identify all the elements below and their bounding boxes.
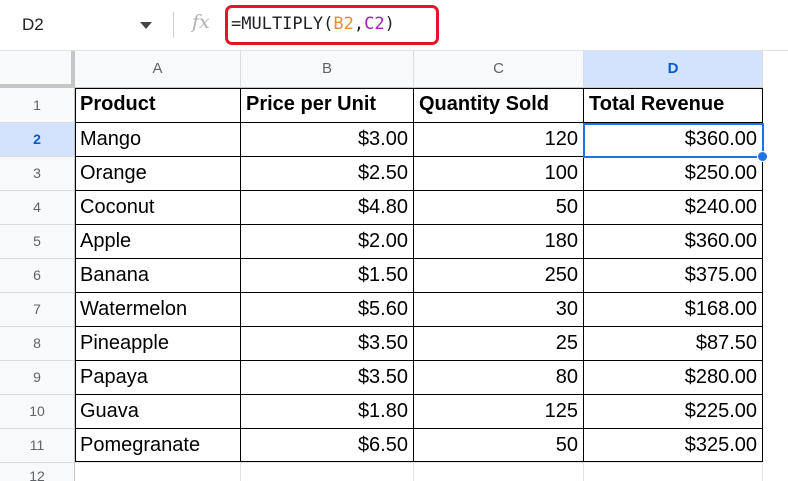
table-cell-quantity[interactable]: 50 (414, 191, 584, 225)
table-border-line (75, 224, 763, 225)
row-header-6[interactable]: 6 (0, 259, 75, 293)
table-cell-quantity[interactable]: 250 (414, 259, 584, 293)
table-cell-revenue[interactable]: $240.00 (584, 191, 763, 225)
row-header-9[interactable]: 9 (0, 361, 75, 395)
table-cell-price[interactable]: $3.50 (241, 327, 414, 361)
table-cell-quantity[interactable]: 180 (414, 225, 584, 259)
row-header-5[interactable]: 5 (0, 225, 75, 259)
formula-separator: , (353, 14, 365, 34)
table-cell-quantity[interactable]: 30 (414, 293, 584, 327)
empty-cell[interactable] (584, 463, 763, 481)
table-border-line (75, 258, 763, 259)
table-cell-revenue[interactable]: $168.00 (584, 293, 763, 327)
row-header-7[interactable]: 7 (0, 293, 75, 327)
table-cell-price[interactable]: $3.00 (241, 123, 414, 157)
table-cell-revenue[interactable]: $325.00 (584, 429, 763, 463)
table-cell-revenue[interactable]: $225.00 (584, 395, 763, 429)
table-border-line (75, 360, 763, 361)
table-cell-revenue[interactable]: $360.00 (584, 225, 763, 259)
row-header-3[interactable]: 3 (0, 157, 75, 191)
select-all-corner[interactable] (0, 51, 75, 88)
table-cell-price[interactable]: $2.00 (241, 225, 414, 259)
table-cell-quantity[interactable]: 125 (414, 395, 584, 429)
header-cell-product[interactable]: Product (75, 88, 241, 123)
column-header-a[interactable]: A (75, 51, 241, 88)
spreadsheet-window: D2 fx =MULTIPLY(B2,C2) A B C D 1 2 3 4 5… (0, 0, 788, 481)
table-cell-revenue[interactable]: $280.00 (584, 361, 763, 395)
table-border-line (75, 394, 763, 395)
table-cell-product[interactable]: Banana (75, 259, 241, 293)
table-cell-price[interactable]: $1.80 (241, 395, 414, 429)
table-border-line (75, 428, 763, 429)
row-header-1[interactable]: 1 (0, 88, 75, 123)
table-cell-price[interactable]: $1.50 (241, 259, 414, 293)
row-header-8[interactable]: 8 (0, 327, 75, 361)
table-cell-product[interactable]: Orange (75, 157, 241, 191)
table-cell-product[interactable]: Apple (75, 225, 241, 259)
chevron-down-icon[interactable] (140, 22, 152, 29)
table-cell-price[interactable]: $4.80 (241, 191, 414, 225)
table-cell-revenue[interactable]: $250.00 (584, 157, 763, 191)
name-box[interactable]: D2 (22, 15, 44, 35)
table-border-line (75, 292, 763, 293)
table-border-line (240, 88, 241, 462)
table-cell-quantity[interactable]: 80 (414, 361, 584, 395)
empty-cell[interactable] (75, 463, 241, 481)
table-cell-product[interactable]: Guava (75, 395, 241, 429)
row-header-10[interactable]: 10 (0, 395, 75, 429)
empty-cell[interactable] (414, 463, 584, 481)
row-header-4[interactable]: 4 (0, 191, 75, 225)
formula-close: ) (384, 14, 395, 34)
column-header-c[interactable]: C (414, 51, 584, 88)
header-cell-price[interactable]: Price per Unit (241, 88, 414, 123)
row-header-12[interactable]: 12 (0, 463, 75, 481)
formula-input[interactable]: =MULTIPLY(B2,C2) (231, 14, 395, 34)
table-border-line (413, 88, 414, 462)
table-cell-quantity[interactable]: 120 (414, 123, 584, 157)
header-cell-revenue[interactable]: Total Revenue (584, 88, 763, 123)
table-cell-product[interactable]: Papaya (75, 361, 241, 395)
table-cell-price[interactable]: $6.50 (241, 429, 414, 463)
table-cell-product[interactable]: Pomegranate (75, 429, 241, 463)
table-cell-product[interactable]: Pineapple (75, 327, 241, 361)
header-cell-quantity[interactable]: Quantity Sold (414, 88, 584, 123)
formula-bar-divider (173, 12, 174, 38)
row-header-11[interactable]: 11 (0, 429, 75, 463)
table-cell-quantity[interactable]: 100 (414, 157, 584, 191)
table-cell-product[interactable]: Mango (75, 123, 241, 157)
table-cell-revenue[interactable]: $87.50 (584, 327, 763, 361)
table-cell-quantity[interactable]: 50 (414, 429, 584, 463)
formula-ref-c2: C2 (364, 14, 385, 34)
table-cell-revenue[interactable]: $375.00 (584, 259, 763, 293)
table-cell-product[interactable]: Watermelon (75, 293, 241, 327)
table-cell-product[interactable]: Coconut (75, 191, 241, 225)
table-cell-price[interactable]: $2.50 (241, 157, 414, 191)
fx-icon: fx (192, 11, 210, 33)
table-cell-price[interactable]: $5.60 (241, 293, 414, 327)
table-border-line (75, 190, 763, 191)
formula-bar: D2 fx =MULTIPLY(B2,C2) (0, 0, 788, 51)
active-cell-selection (583, 123, 764, 158)
table-border-line (75, 326, 763, 327)
formula-function: =MULTIPLY( (231, 14, 334, 34)
empty-cell[interactable] (241, 463, 414, 481)
row-header-2[interactable]: 2 (0, 123, 75, 157)
fill-handle[interactable] (757, 151, 768, 162)
formula-ref-b2: B2 (333, 14, 354, 34)
column-header-b[interactable]: B (241, 51, 414, 88)
table-cell-quantity[interactable]: 25 (414, 327, 584, 361)
column-header-d[interactable]: D (584, 51, 763, 88)
table-cell-price[interactable]: $3.50 (241, 361, 414, 395)
